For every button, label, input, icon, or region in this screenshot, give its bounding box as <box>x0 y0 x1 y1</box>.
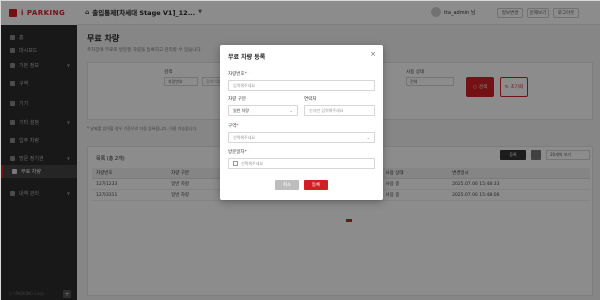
contact-label: 연락처 <box>304 97 317 102</box>
zone-placeholder: 선택해주세요 <box>233 134 256 140</box>
required-mark: * <box>244 150 247 155</box>
car-type-select[interactable]: 일반 차량 ⌄ <box>228 105 298 116</box>
required-mark: * <box>236 124 239 129</box>
register-confirm-button[interactable]: 등록 <box>304 180 328 190</box>
modal-title: 무료 차량 등록 <box>228 54 266 61</box>
zone-select[interactable]: 선택해주세요 ⌄ <box>228 132 375 143</box>
required-mark: * <box>244 72 247 77</box>
car-type-label: 차량 구분 <box>228 97 246 102</box>
app-window: i PARKING ⌂ 출입통제[차세대 Stage V1]_12... ▼ t… <box>0 0 600 300</box>
cancel-button[interactable]: 취소 <box>275 180 299 190</box>
contact-input[interactable]: 숫자만 입력해주세요 <box>304 105 375 116</box>
period-label-text: 방문일자 <box>228 150 245 155</box>
close-icon[interactable]: × <box>370 50 376 58</box>
period-placeholder: 선택해주세요 <box>241 160 264 166</box>
chevron-down-icon: ⌄ <box>289 108 293 113</box>
car-number-label-text: 차량번호 <box>228 72 245 77</box>
period-date-input[interactable]: 선택해주세요 <box>228 158 375 169</box>
car-number-input[interactable]: 입력해주세요 <box>228 80 375 91</box>
period-label: 방문일자* <box>228 149 247 155</box>
register-free-car-modal: 무료 차량 등록 × 차량번호* 입력해주세요 차량 구분 일반 차량 ⌄ 연락… <box>220 45 383 200</box>
car-type-value: 일반 차량 <box>233 107 249 113</box>
zone-label: 구역* <box>228 123 239 129</box>
chevron-down-icon: ⌄ <box>366 135 370 140</box>
car-number-label: 차량번호* <box>228 71 247 77</box>
calendar-icon <box>233 161 238 166</box>
